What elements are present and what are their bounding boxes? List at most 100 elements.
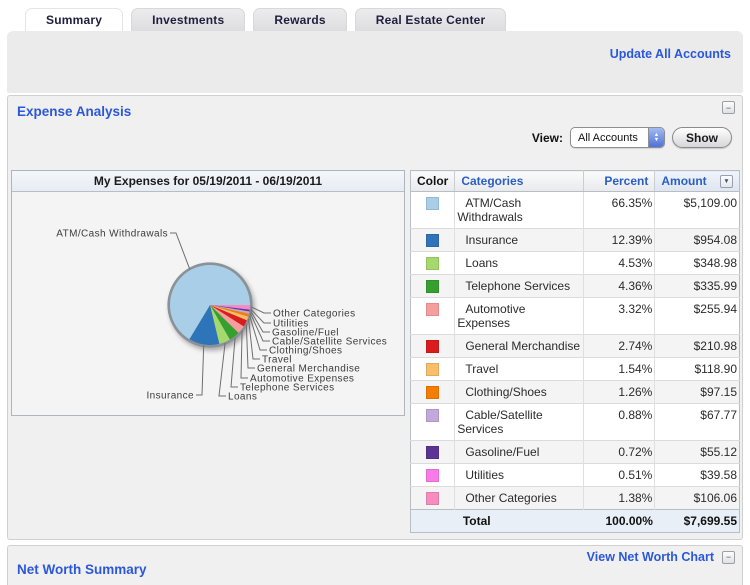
total-percent: 100.00% (583, 510, 654, 533)
color-swatch (426, 234, 439, 247)
pie-callout-line (170, 233, 190, 269)
total-amount: $7,699.55 (655, 510, 740, 533)
category-cell: Automotive Expenses (455, 298, 584, 335)
amount-cell: $55.12 (655, 441, 740, 464)
total-label: Total (455, 510, 584, 533)
table-row-gasoline-fuel: Gasoline/Fuel0.72%$55.12 (411, 441, 740, 464)
account-summary-bar: Update All Accounts (7, 31, 743, 93)
color-swatch (426, 409, 439, 422)
category-cell: Utilities (455, 464, 584, 487)
pie-chart: Other CategoriesUtilitiesGasoline/FuelCa… (12, 192, 404, 415)
show-button[interactable]: Show (672, 127, 732, 148)
percent-cell: 4.53% (583, 252, 654, 275)
view-label: View: (532, 131, 563, 145)
tab-rewards[interactable]: Rewards (253, 8, 346, 31)
percent-cell: 1.38% (583, 487, 654, 510)
percent-cell: 4.36% (583, 275, 654, 298)
amount-cell: $5,109.00 (655, 192, 740, 229)
pie-label-atm-cash-withdrawals: ATM/Cash Withdrawals (56, 229, 168, 240)
amount-header-label: Amount (661, 174, 706, 188)
table-row-travel: Travel1.54%$118.90 (411, 358, 740, 381)
expense-analysis-title: Expense Analysis (17, 104, 131, 119)
amount-cell: $39.58 (655, 464, 740, 487)
percent-cell: 0.51% (583, 464, 654, 487)
category-cell: Travel (455, 358, 584, 381)
amount-cell: $255.94 (655, 298, 740, 335)
category-cell: Other Categories (455, 487, 584, 510)
category-cell: Cable/Satellite Services (455, 404, 584, 441)
table-row-atm-cash-withdrawals: ATM/Cash Withdrawals66.35%$5,109.00 (411, 192, 740, 229)
color-swatch (426, 492, 439, 505)
color-swatch (426, 280, 439, 293)
amount-cell: $118.90 (655, 358, 740, 381)
expense-table: Color Categories Percent Amount ▼ ATM/Ca… (410, 170, 740, 533)
col-header-categories[interactable]: Categories (455, 171, 584, 192)
category-cell: Clothing/Shoes (455, 381, 584, 404)
percent-cell: 1.54% (583, 358, 654, 381)
percent-cell: 0.88% (583, 404, 654, 441)
table-row-general-merchandise: General Merchandise2.74%$210.98 (411, 335, 740, 358)
amount-cell: $954.08 (655, 229, 740, 252)
update-all-accounts-link[interactable]: Update All Accounts (610, 47, 731, 61)
amount-cell: $97.15 (655, 381, 740, 404)
color-swatch (426, 446, 439, 459)
pie-callout-line (231, 337, 238, 387)
percent-cell: 66.35% (583, 192, 654, 229)
view-net-worth-chart-link[interactable]: View Net Worth Chart (587, 550, 714, 564)
col-header-percent[interactable]: Percent (583, 171, 654, 192)
tab-summary[interactable]: Summary (25, 8, 123, 31)
tab-bar: Summary Investments Rewards Real Estate Cen… (25, 8, 506, 31)
table-row-loans: Loans4.53%$348.98 (411, 252, 740, 275)
amount-cell: $106.06 (655, 487, 740, 510)
tab-real-estate-center[interactable]: Real Estate Center (355, 8, 507, 31)
percent-cell: 3.32% (583, 298, 654, 335)
percent-cell: 2.74% (583, 335, 654, 358)
color-swatch (426, 340, 439, 353)
color-swatch (426, 386, 439, 399)
collapse-expense-button[interactable]: − (722, 101, 735, 114)
expense-analysis-panel: Expense Analysis − View: All Accounts ▲ … (7, 95, 743, 540)
selected-account-value: All Accounts (571, 132, 648, 144)
sort-dropdown-icon[interactable]: ▼ (720, 175, 733, 188)
net-worth-panel: View Net Worth Chart − Net Worth Summary (7, 545, 743, 585)
table-row-other-categories: Other Categories1.38%$106.06 (411, 487, 740, 510)
collapse-networth-button[interactable]: − (722, 551, 735, 564)
color-swatch (426, 303, 439, 316)
category-cell: ATM/Cash Withdrawals (455, 192, 584, 229)
pie-label-insurance: Insurance (146, 391, 194, 402)
col-header-color: Color (411, 171, 455, 192)
color-swatch (426, 197, 439, 210)
select-stepper-icon: ▲ ▼ (648, 128, 664, 147)
pie-callout-line (219, 343, 226, 396)
pie-chart-svg: Other CategoriesUtilitiesGasoline/FuelCa… (12, 192, 404, 415)
category-cell: Telephone Services (455, 275, 584, 298)
category-cell: General Merchandise (455, 335, 584, 358)
table-row-clothing-shoes: Clothing/Shoes1.26%$97.15 (411, 381, 740, 404)
expense-table-wrap: Color Categories Percent Amount ▼ ATM/Ca… (410, 170, 740, 533)
minus-icon: − (726, 103, 731, 113)
expense-pie-chart-box: My Expenses for 05/19/2011 - 06/19/2011 … (11, 170, 405, 416)
category-cell: Gasoline/Fuel (455, 441, 584, 464)
view-controls: View: All Accounts ▲ ▼ Show (532, 127, 732, 148)
percent-cell: 1.26% (583, 381, 654, 404)
minus-icon: − (726, 552, 731, 562)
percent-cell: 0.72% (583, 441, 654, 464)
percent-cell: 12.39% (583, 229, 654, 252)
col-header-amount[interactable]: Amount ▼ (655, 171, 740, 192)
page: Summary Investments Rewards Real Estate Cen… (0, 0, 750, 585)
view-accounts-select[interactable]: All Accounts ▲ ▼ (570, 127, 665, 148)
stepper-down-icon: ▼ (654, 138, 659, 143)
amount-cell: $348.98 (655, 252, 740, 275)
table-row-cable-satellite-services: Cable/Satellite Services0.88%$67.77 (411, 404, 740, 441)
net-worth-title: Net Worth Summary (17, 562, 147, 577)
category-cell: Loans (455, 252, 584, 275)
category-cell: Insurance (455, 229, 584, 252)
tab-investments[interactable]: Investments (131, 8, 245, 31)
pie-callout-line (250, 316, 267, 351)
table-header-row: Color Categories Percent Amount ▼ (411, 171, 740, 192)
color-swatch (426, 469, 439, 482)
color-swatch (426, 363, 439, 376)
pie-label-loans: Loans (228, 392, 257, 403)
amount-cell: $67.77 (655, 404, 740, 441)
table-row-insurance: Insurance12.39%$954.08 (411, 229, 740, 252)
